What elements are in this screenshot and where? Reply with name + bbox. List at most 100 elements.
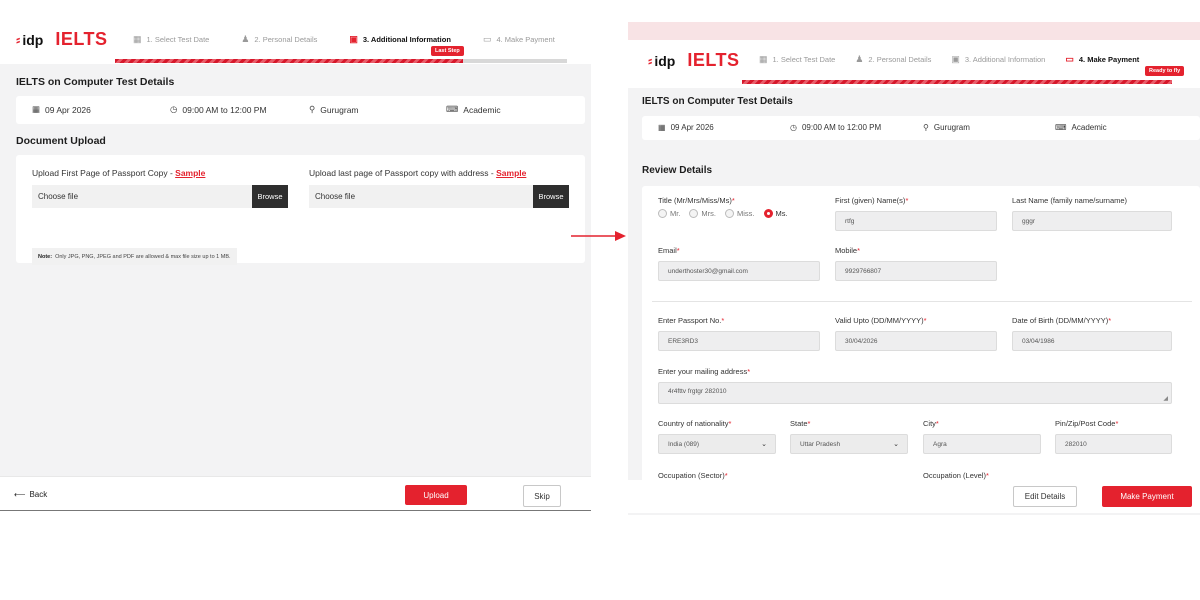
id-card-icon: ▣ — [349, 34, 358, 44]
test-time: ◷ 09:00 AM to 12:00 PM — [170, 104, 267, 115]
first-name-label: First (given) Name(s)* — [835, 196, 909, 205]
occupation-level-label: Occupation (Level)* — [923, 471, 989, 480]
step-progress-fill — [115, 59, 464, 63]
dob-field[interactable]: 03/04/1986 — [1012, 331, 1172, 351]
upload-button[interactable]: Upload — [405, 485, 467, 505]
step-make-payment: ▭ 4. Make Payment — [482, 34, 555, 44]
email-field[interactable]: underthoster30@gmail.com — [658, 261, 820, 281]
test-date: ▦ 09 Apr 2026 — [32, 104, 91, 115]
mobile-label: Mobile* — [835, 246, 861, 255]
mobile-field[interactable]: 9929766807 — [835, 261, 997, 281]
left-header: ⸗ idp IELTS ▦ 1. Select Test Date ♟ 2. Pers… — [0, 20, 591, 64]
idp-flame-icon: ⸗ — [16, 32, 21, 47]
top-notice-strip — [628, 22, 1200, 40]
step-select-test-date: ▦ 1. Select Test Date — [133, 34, 210, 44]
choose-file-text: Choose file — [38, 192, 79, 201]
passport-label: Enter Passport No.* — [658, 316, 725, 325]
first-name-field[interactable]: rtfg — [835, 211, 997, 231]
sample-link-first-page[interactable]: Sample — [175, 168, 205, 178]
card-icon: ▭ — [482, 34, 492, 44]
last-page-file-input[interactable]: Choose file Browse — [309, 185, 569, 208]
step-personal-details: ♟ 2. Personal Details — [241, 34, 318, 44]
country-select[interactable]: India (089) ⌄ — [658, 434, 776, 454]
card-icon: ▭ — [1065, 54, 1074, 64]
ielts-logo: IELTS — [687, 50, 740, 70]
browse-button-first-page[interactable]: Browse — [252, 185, 288, 208]
keyboard-icon: ⌨ — [446, 104, 459, 114]
resize-grip-icon[interactable]: ◢ — [1163, 395, 1168, 402]
step-progress-fill — [742, 80, 1172, 84]
last-name-field[interactable]: gggr — [1012, 211, 1172, 231]
city-label: City* — [923, 419, 939, 428]
test-time: ◷ 09:00 AM to 12:00 PM — [790, 123, 882, 132]
calendar-icon: ▦ — [759, 54, 768, 64]
email-label: Email* — [658, 246, 680, 255]
back-link[interactable]: ⟵ Back — [14, 490, 47, 499]
right-header: ⸗ idp IELTS ▦ 1. Select Test Date ♟ 2. Pers… — [628, 40, 1200, 88]
chevron-down-icon: ⌄ — [761, 441, 767, 448]
first-page-file-input[interactable]: Choose file Browse — [32, 185, 288, 208]
left-screen-panel: ⸗ idp IELTS ▦ 1. Select Test Date ♟ 2. Pers… — [0, 20, 591, 513]
title-radio-miss[interactable]: Miss. — [725, 209, 755, 218]
browse-button-last-page[interactable]: Browse — [533, 185, 569, 208]
skip-button[interactable]: Skip — [523, 485, 561, 507]
arrow-left-icon: ⟵ — [14, 490, 26, 499]
test-details-title: IELTS on Computer Test Details — [16, 76, 175, 88]
title-radio-group: Mr. Mrs. Miss. Ms. — [658, 209, 788, 218]
right-stepper: ▦ 1. Select Test Date ♟ 2. Personal Detail… — [759, 54, 1139, 65]
last-name-label: Last Name (family name/surname) — [1012, 196, 1128, 205]
state-select[interactable]: Uttar Pradesh ⌄ — [790, 434, 908, 454]
transition-arrow-icon — [571, 231, 626, 241]
last-step-badge: Last Step — [431, 46, 464, 56]
valid-upto-field[interactable]: 30/04/2026 — [835, 331, 997, 351]
ielts-logo: IELTS — [55, 29, 108, 49]
test-module: ⌨ Academic — [1055, 123, 1107, 132]
test-location: ⚲ Gurugram — [309, 104, 359, 115]
document-upload-card: Upload First Page of Passport Copy - Sam… — [16, 155, 585, 265]
test-details-title: IELTS on Computer Test Details — [642, 96, 793, 107]
test-location: ⚲ Gurugram — [923, 123, 970, 132]
title-radio-ms[interactable]: Ms. — [763, 209, 788, 218]
upload-first-page-label: Upload First Page of Passport Copy - Sam… — [32, 168, 206, 178]
right-footer: Edit Details Make Payment — [628, 480, 1200, 513]
make-payment-button[interactable]: Make Payment — [1102, 486, 1192, 507]
test-date: ▦ 09 Apr 2026 — [658, 123, 714, 132]
occupation-sector-label: Occupation (Sector)* — [658, 471, 728, 480]
choose-file-text: Choose file — [315, 192, 356, 201]
person-icon: ♟ — [855, 54, 864, 64]
left-stepper: ▦ 1. Select Test Date ♟ 2. Personal Detail… — [133, 34, 555, 45]
edit-details-button[interactable]: Edit Details — [1013, 486, 1077, 507]
state-value: Uttar Pradesh — [800, 440, 841, 448]
review-details-title: Review Details — [642, 165, 713, 176]
title-radio-mr[interactable]: Mr. — [658, 209, 680, 218]
id-card-icon: ▣ — [951, 54, 960, 64]
upload-note: Note: Only JPG, PNG, JPEG and PDF are all… — [32, 248, 237, 265]
address-textarea[interactable]: 4r4fttv frgtgr 282010 ◢ — [658, 382, 1172, 404]
step-progress-bar — [742, 80, 1172, 84]
country-value: India (089) — [668, 440, 700, 448]
title-label: Title (Mr/Mrs/Miss/Ms)* — [658, 196, 735, 205]
step-progress-bar — [115, 59, 567, 63]
title-radio-mrs[interactable]: Mrs. — [689, 209, 716, 218]
step-additional-information: ▣ 3. Additional Information — [349, 34, 451, 44]
right-screen-panel: ⸗ idp IELTS ▦ 1. Select Test Date ♟ 2. Pers… — [628, 22, 1200, 515]
dob-label: Date of Birth (DD/MM/YYYY)* — [1012, 316, 1112, 325]
panel-divider — [0, 510, 591, 511]
upload-last-page-label: Upload last page of Passport copy with a… — [309, 168, 527, 178]
step-additional-information: ▣ 3. Additional Information — [951, 54, 1046, 64]
test-details-card: ▦ 09 Apr 2026 ◷ 09:00 AM to 12:00 PM ⚲ Guru… — [642, 116, 1200, 140]
calendar-icon: ▦ — [658, 123, 666, 132]
state-label: State* — [790, 419, 811, 428]
brand-logo[interactable]: ⸗ idp IELTS — [16, 29, 108, 50]
brand-logo[interactable]: ⸗ idp IELTS — [648, 50, 740, 71]
pin-field[interactable]: 282010 — [1055, 434, 1172, 454]
city-field[interactable]: Agra — [923, 434, 1041, 454]
sample-link-last-page[interactable]: Sample — [496, 168, 526, 178]
passport-field[interactable]: ERE3RD3 — [658, 331, 820, 351]
left-footer: ⟵ Back Upload Skip — [0, 476, 591, 513]
person-icon: ♟ — [241, 34, 250, 44]
calendar-icon: ▦ — [133, 34, 142, 44]
clock-icon: ◷ — [170, 104, 178, 114]
pin-label: Pin/Zip/Post Code* — [1055, 419, 1119, 428]
clock-icon: ◷ — [790, 123, 797, 132]
